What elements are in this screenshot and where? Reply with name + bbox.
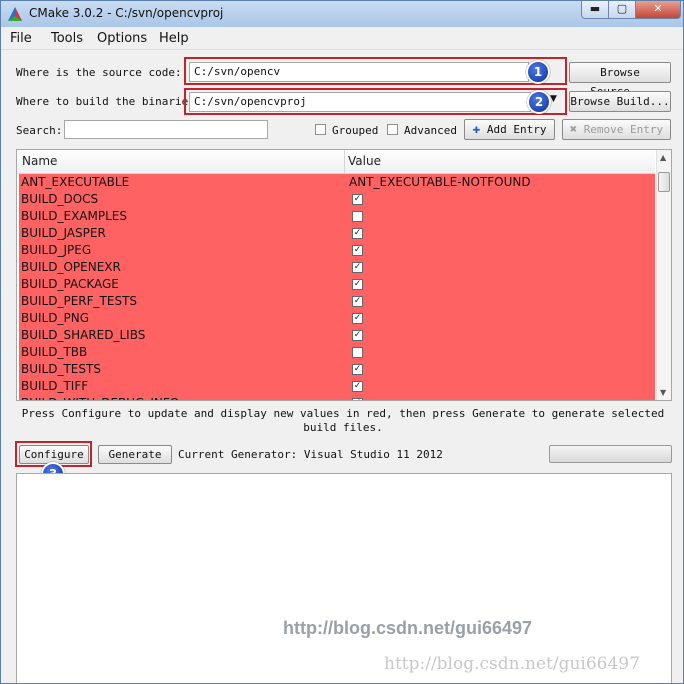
column-value-header[interactable]: Value: [348, 154, 381, 168]
badge-2: 2: [527, 90, 551, 114]
add-entry-button[interactable]: ✚ Add Entry: [464, 119, 555, 140]
advanced-checkbox[interactable]: [387, 124, 398, 135]
remove-entry-label: Remove Entry: [583, 123, 664, 136]
value-checkbox-checked[interactable]: ✓: [352, 279, 363, 290]
dropdown-arrow-icon[interactable]: ▼: [550, 94, 557, 104]
table-row[interactable]: ANT_EXECUTABLE ANT_EXECUTABLE-NOTFOUND: [19, 174, 655, 191]
window-title: CMake 3.0.2 - C:/svn/opencvproj: [29, 6, 224, 20]
remove-entry-button[interactable]: ✖ Remove Entry: [562, 119, 671, 140]
value-checkbox-checked[interactable]: ✓: [352, 313, 363, 324]
table-row[interactable]: BUILD_JASPER ✓: [19, 225, 655, 242]
variable-name: BUILD_TESTS: [21, 362, 101, 376]
close-button[interactable]: ✕: [635, 1, 681, 19]
variable-name: BUILD_PERF_TESTS: [21, 294, 138, 308]
table-row[interactable]: BUILD_PERF_TESTS ✓: [19, 293, 655, 310]
configure-hint-text: Press Configure to update and display ne…: [21, 407, 665, 434]
variable-name: BUILD_TIFF: [21, 379, 89, 393]
variable-name: BUILD_TBB: [21, 345, 88, 359]
source-label: Where is the source code:: [16, 66, 182, 79]
minimize-button[interactable]: ▬: [581, 1, 609, 19]
maximize-button[interactable]: ▢: [608, 1, 636, 19]
build-path-combo[interactable]: C:/svn/opencvproj: [189, 92, 531, 112]
watermark-corner: http://blog.csdn.net/gui66497: [384, 654, 640, 674]
menu-options[interactable]: Options: [97, 31, 147, 46]
variable-name: BUILD_WITH_DEBUG_INFO: [21, 396, 179, 400]
menu-bar: File Tools Options Help: [1, 27, 683, 50]
variable-value[interactable]: ANT_EXECUTABLE-NOTFOUND: [349, 175, 531, 189]
value-checkbox-checked[interactable]: ✓: [352, 398, 363, 400]
variable-name: BUILD_PNG: [21, 311, 89, 325]
value-checkbox-checked[interactable]: ✓: [352, 194, 363, 205]
plus-icon: ✚: [472, 122, 481, 137]
column-divider: [344, 150, 345, 173]
table-row[interactable]: BUILD_TBB: [19, 344, 655, 361]
scroll-thumb[interactable]: [658, 172, 670, 192]
table-scrollbar[interactable]: ▲ ▼: [656, 150, 671, 400]
progress-bar: [549, 445, 672, 463]
build-label: Where to build the binaries:: [16, 95, 202, 108]
value-checkbox-checked[interactable]: ✓: [352, 296, 363, 307]
table-row[interactable]: BUILD_OPENEXR ✓: [19, 259, 655, 276]
add-entry-label: Add Entry: [486, 123, 547, 136]
value-checkbox-unchecked[interactable]: [352, 347, 363, 358]
value-checkbox-checked[interactable]: ✓: [352, 381, 363, 392]
watermark-main: http://blog.csdn.net/gui66497: [283, 618, 533, 638]
search-label: Search:: [16, 124, 63, 137]
table-row[interactable]: BUILD_JPEG ✓: [19, 242, 655, 259]
table-body: ANT_EXECUTABLE ANT_EXECUTABLE-NOTFOUND BUI…: [19, 174, 655, 400]
value-checkbox-checked[interactable]: ✓: [352, 228, 363, 239]
table-row[interactable]: BUILD_DOCS ✓: [19, 191, 655, 208]
generate-button[interactable]: Generate: [98, 445, 172, 464]
value-checkbox-checked[interactable]: ✓: [352, 330, 363, 341]
cmake-window: CMake 3.0.2 - C:/svn/opencvproj ▬ ▢ ✕ Fi…: [0, 0, 684, 684]
browse-source-button[interactable]: Browse Source...: [569, 62, 671, 98]
table-row[interactable]: BUILD_TESTS ✓: [19, 361, 655, 378]
variable-name: BUILD_EXAMPLES: [21, 209, 127, 223]
variable-name: BUILD_SHARED_LIBS: [21, 328, 146, 342]
menu-file[interactable]: File: [10, 31, 32, 46]
output-log[interactable]: [16, 473, 672, 683]
remove-icon: ✖: [569, 122, 578, 136]
scroll-up-arrow-icon[interactable]: ▲: [660, 153, 666, 162]
variable-name: BUILD_JPEG: [21, 243, 92, 257]
table-row[interactable]: BUILD_TIFF ✓: [19, 378, 655, 395]
search-input[interactable]: [64, 120, 268, 139]
browse-build-button[interactable]: Browse Build...: [569, 91, 671, 112]
table-row[interactable]: BUILD_SHARED_LIBS ✓: [19, 327, 655, 344]
table-row[interactable]: BUILD_PACKAGE ✓: [19, 276, 655, 293]
table-header: Name Value: [17, 150, 655, 174]
value-checkbox-unchecked[interactable]: [352, 211, 363, 222]
value-checkbox-checked[interactable]: ✓: [352, 364, 363, 375]
advanced-label: Advanced: [404, 124, 457, 137]
value-checkbox-checked[interactable]: ✓: [352, 245, 363, 256]
scroll-down-arrow-icon[interactable]: ▼: [660, 388, 666, 397]
title-bar[interactable]: CMake 3.0.2 - C:/svn/opencvproj ▬ ▢ ✕: [1, 1, 683, 27]
badge-1: 1: [526, 60, 550, 84]
column-name-header[interactable]: Name: [22, 154, 57, 168]
grouped-label: Grouped: [332, 124, 379, 137]
variable-name: ANT_EXECUTABLE: [21, 175, 130, 189]
menu-tools[interactable]: Tools: [51, 31, 83, 46]
current-generator-text: Current Generator: Visual Studio 11 2012: [178, 448, 443, 461]
variable-name: BUILD_JASPER: [21, 226, 106, 240]
variable-name: BUILD_PACKAGE: [21, 277, 119, 291]
cache-variables-table[interactable]: Name Value ANT_EXECUTABLE ANT_EXECUTABLE-…: [16, 149, 672, 401]
source-path-input[interactable]: C:/svn/opencv: [189, 62, 529, 82]
table-row[interactable]: BUILD_WITH_DEBUG_INFO ✓: [19, 395, 655, 400]
menu-help[interactable]: Help: [159, 31, 189, 46]
table-row[interactable]: BUILD_EXAMPLES: [19, 208, 655, 225]
variable-name: BUILD_OPENEXR: [21, 260, 121, 274]
grouped-checkbox[interactable]: [315, 124, 326, 135]
variable-name: BUILD_DOCS: [21, 192, 99, 206]
value-checkbox-checked[interactable]: ✓: [352, 262, 363, 273]
cmake-app-icon: [8, 7, 22, 21]
table-row[interactable]: BUILD_PNG ✓: [19, 310, 655, 327]
